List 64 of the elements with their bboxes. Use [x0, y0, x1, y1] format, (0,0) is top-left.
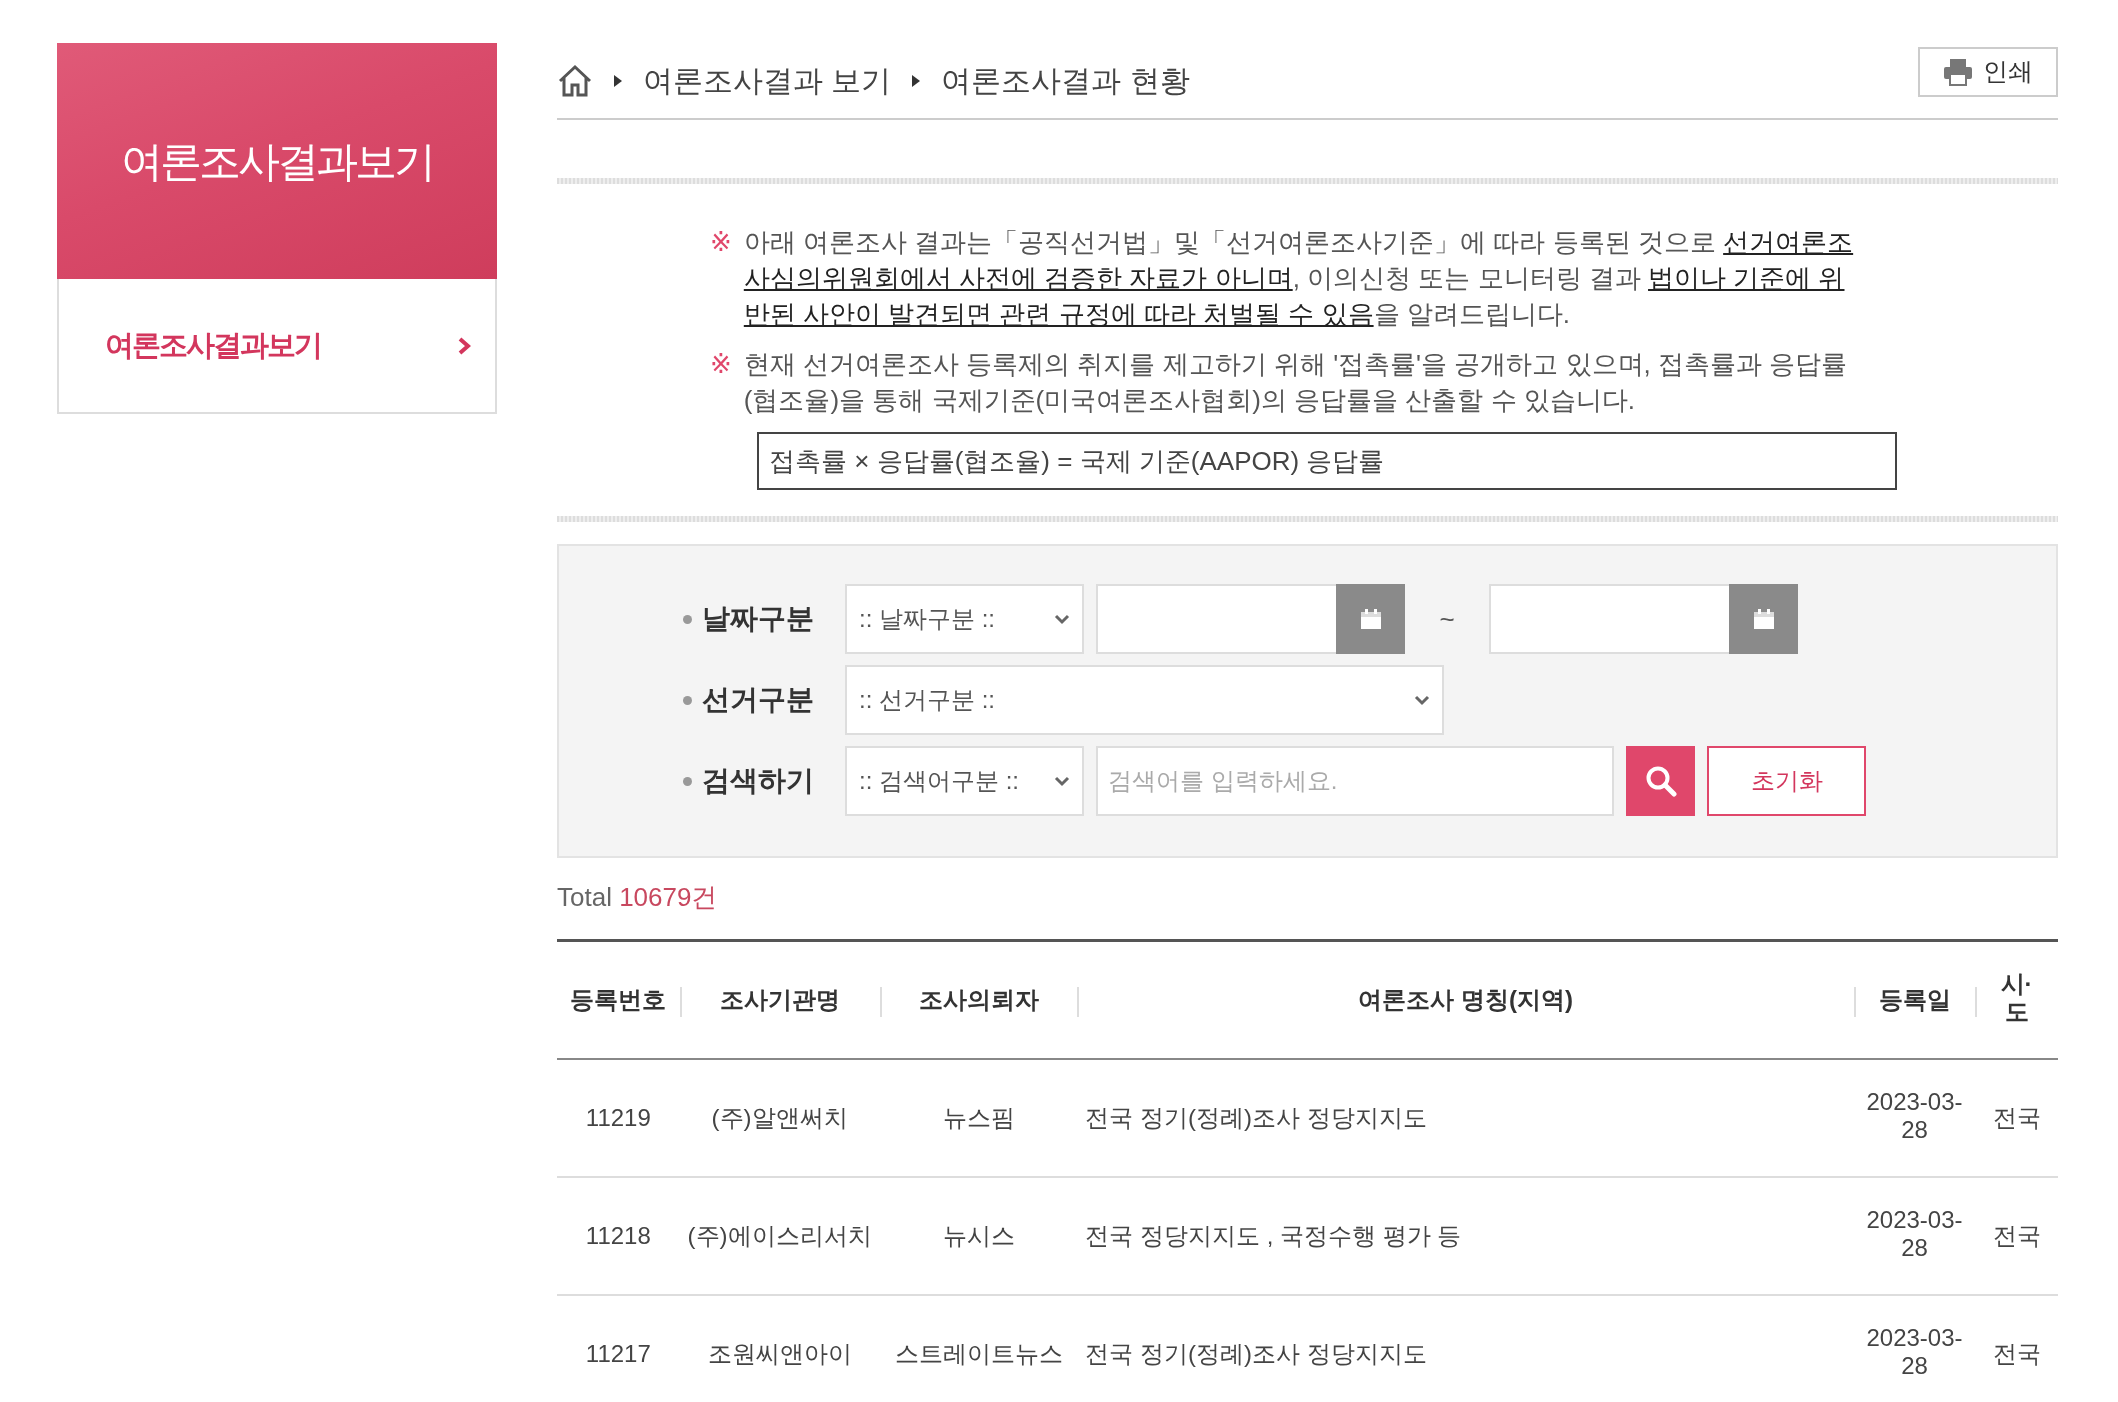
table-cell: 11219 [585, 1103, 651, 1131]
printer-icon [1943, 57, 1973, 86]
table-cell: 11217 [585, 1339, 651, 1367]
sidebar-item[interactable]: 여론조사결과보기 [57, 279, 497, 414]
table-cell: 전국 [1992, 1221, 2041, 1249]
table-cell: (주)에이스리서치 [687, 1221, 872, 1249]
table-cell: 전국 정기(정례)조사 정당지지도 [1085, 1103, 1427, 1131]
total-count: 10679건 [619, 882, 718, 912]
caret-right-icon [911, 73, 922, 88]
breadcrumb-link[interactable]: 여론조사결과 현황 [941, 58, 1190, 103]
sidebar-title: 여론조사결과보기 [57, 43, 497, 279]
date-field[interactable] [1489, 584, 1729, 654]
table-cell: 스트레이트뉴스 [894, 1339, 1063, 1367]
search-field[interactable]: 검색어를 입력하세요. [1096, 746, 1614, 816]
bullet-icon [683, 776, 692, 786]
calendar-button[interactable] [1336, 584, 1405, 654]
search-icon [1644, 765, 1677, 797]
chevron-down-icon [1054, 613, 1070, 625]
caret-right-icon [613, 73, 623, 88]
calendar-icon [1752, 608, 1775, 630]
table-cell-text: 2023-03-28 [1865, 1087, 1964, 1144]
table-cell: 전국 [1992, 1339, 2041, 1367]
search-button[interactable] [1626, 746, 1695, 816]
breadcrumb-link[interactable]: 여론조사결과 보기 [643, 58, 892, 103]
total-label: Total [557, 882, 613, 912]
chevron-down-icon [1054, 775, 1070, 787]
column-header: 조사기관명 [719, 985, 840, 1013]
table-cell: 뉴스핌 [942, 1103, 1015, 1131]
bullet-icon [683, 695, 692, 705]
select-field[interactable]: :: 날짜구분 :: [845, 584, 1084, 654]
table-cell: 전국 정당지지도 , 국정수행 평가 등 [1085, 1221, 1462, 1249]
chevron-right-icon [457, 335, 471, 356]
column-header: 시·도 [1999, 969, 2034, 1026]
select-field[interactable]: :: 선거구분 :: [845, 665, 1444, 735]
column-header: 조사의뢰자 [918, 985, 1039, 1013]
notice-text: 현재 선거여론조사 등록제의 취지를 제고하기 위해 '접촉률'을 공개하고 있으며, 접촉률과 응답률(협조율)을 통해 국제기준(미국여론조사협회)의 응답률을 산출할 수 있습니다. [743, 348, 1849, 417]
reference-mark: ※ [710, 226, 732, 259]
home-icon [557, 62, 593, 99]
table-cell: 전국 정기(정례)조사 정당지지도 [1085, 1339, 1427, 1367]
chevron-down-icon [1414, 694, 1430, 706]
column-header: 등록번호 [570, 985, 667, 1013]
select-field[interactable]: :: 검색어구분 :: [845, 746, 1084, 816]
bullet-icon [683, 614, 692, 624]
field-label: 검색하기 [702, 764, 814, 798]
table-cell: 뉴시스 [942, 1221, 1015, 1249]
table-cell-text: 2023-03-28 [1865, 1205, 1964, 1262]
range-separator: ~ [1438, 602, 1456, 636]
date-field[interactable] [1096, 584, 1336, 654]
calendar-button[interactable] [1729, 584, 1798, 654]
formula-box: 접촉률 × 응답률(협조율) = 국제 기준(AAPOR) 응답률 [757, 432, 1897, 490]
reset-button[interactable]: 초기화 [1707, 746, 1866, 816]
print-button[interactable]: 인쇄 [1918, 46, 2058, 97]
table-cell: 조원씨앤아이 [707, 1339, 852, 1367]
column-header: 등록일 [1878, 985, 1951, 1013]
table-cell: (주)알앤써치 [711, 1103, 848, 1131]
reference-mark: ※ [710, 348, 732, 381]
notice-text: 아래 여론조사 결과는「공직선거법」및「선거여론조사기준」에 따라 등록된 것으로 선거여론조사심의위원회에서 사전에 검증한 자료가 아니며, 이의신청 또는 모니터링 결과 법이나 기준에 위반된 사안이 발견되면 관련 규정에 따라 처벌될 수 있음을 알려드립니다. [743, 226, 1855, 331]
field-label: 날짜구분 [702, 602, 814, 636]
column-header: 여론조사 명칭(지역) [1358, 985, 1573, 1013]
calendar-icon [1359, 608, 1382, 630]
field-label: 선거구분 [702, 683, 814, 717]
table-cell: 11218 [585, 1221, 651, 1249]
table-cell-text: 2023-03-28 [1865, 1323, 1964, 1380]
table-cell: 전국 [1992, 1103, 2041, 1131]
